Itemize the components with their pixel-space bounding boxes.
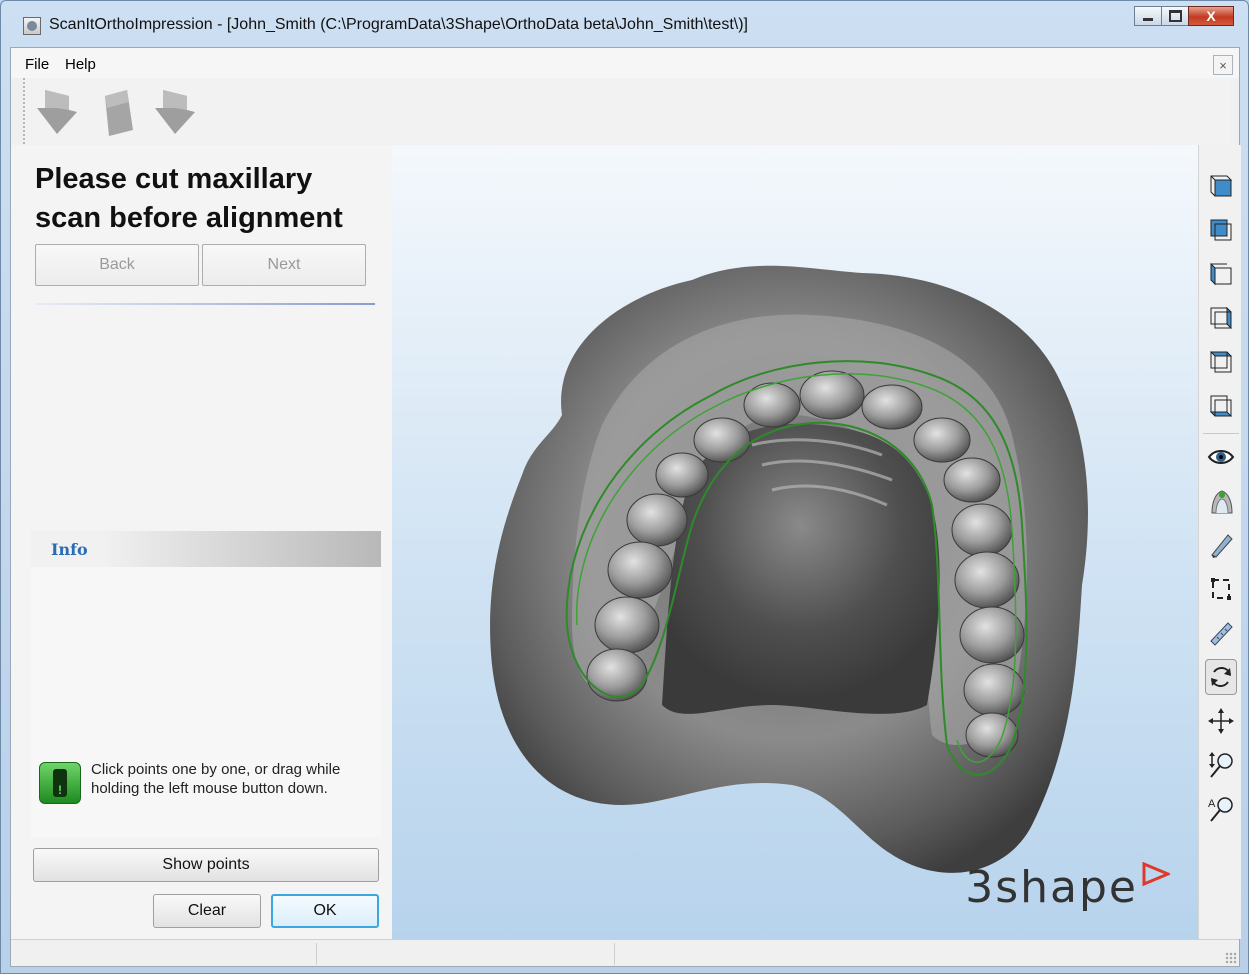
close-window-button[interactable]: X <box>1188 6 1234 26</box>
zoom-icon[interactable] <box>1205 747 1237 783</box>
status-bar <box>11 939 1239 966</box>
exclamation-icon: ! <box>39 762 81 804</box>
view-bottom-icon[interactable] <box>1205 387 1237 423</box>
arrow-down-icon[interactable] <box>35 88 79 138</box>
view-front-icon[interactable] <box>1205 167 1237 203</box>
step-title: Please cut maxillary scan before alignme… <box>35 163 343 234</box>
brand-triangle-icon <box>1142 862 1170 886</box>
model-icon[interactable] <box>1205 483 1237 519</box>
svg-text:A: A <box>1208 798 1216 810</box>
app-window: ScanItOrthoImpression - [John_Smith (C:\… <box>0 0 1249 974</box>
view-top-icon[interactable] <box>1205 343 1237 379</box>
client-area: File Help × Please cut maxillary scan be… <box>10 47 1241 967</box>
show-points-button[interactable]: Show points <box>33 848 379 882</box>
toolbar-separator <box>1203 433 1239 434</box>
app-icon[interactable] <box>23 17 41 35</box>
page-icon[interactable] <box>97 88 141 138</box>
window-controls: X <box>1134 6 1234 26</box>
clear-button[interactable]: Clear <box>153 894 261 928</box>
resize-grip-icon[interactable] <box>1225 952 1237 964</box>
eye-icon[interactable] <box>1205 439 1237 475</box>
view-left-icon[interactable] <box>1205 255 1237 291</box>
rotate-icon[interactable] <box>1205 659 1237 695</box>
brand-logo: 3shape <box>965 862 1170 913</box>
menu-file[interactable]: File <box>25 56 49 73</box>
maximize-button[interactable] <box>1161 6 1189 26</box>
main-toolbar <box>23 78 1231 144</box>
pencil-icon[interactable] <box>1205 527 1237 563</box>
minimize-button[interactable] <box>1134 6 1162 26</box>
divider <box>35 303 375 305</box>
pan-icon[interactable] <box>1205 703 1237 739</box>
back-button[interactable]: Back <box>35 244 199 286</box>
close-document-button[interactable]: × <box>1213 55 1233 75</box>
view-toolbar: A <box>1198 145 1241 939</box>
3d-viewport[interactable]: 3shape <box>392 145 1198 939</box>
measure-icon[interactable] <box>1205 615 1237 651</box>
window-title: ScanItOrthoImpression - [John_Smith (C:\… <box>49 16 748 33</box>
title-bar[interactable]: ScanItOrthoImpression - [John_Smith (C:\… <box>1 1 1248 47</box>
view-back-icon[interactable] <box>1205 211 1237 247</box>
dental-scan-model[interactable] <box>392 145 1198 939</box>
status-cell <box>317 943 615 965</box>
info-body: ! Click points one by one, or drag while… <box>31 567 381 837</box>
next-button[interactable]: Next <box>202 244 366 286</box>
crop-icon[interactable] <box>1205 571 1237 607</box>
wizard-panel: Please cut maxillary scan before alignme… <box>11 145 392 939</box>
brand-text: 3shape <box>965 862 1138 913</box>
auto-zoom-icon[interactable]: A <box>1205 791 1237 827</box>
view-right-icon[interactable] <box>1205 299 1237 335</box>
hint-text: Click points one by one, or drag while h… <box>91 761 341 797</box>
info-header[interactable]: Info <box>31 531 381 567</box>
menu-help[interactable]: Help <box>65 56 96 73</box>
ok-button[interactable]: OK <box>271 894 379 928</box>
arrow-down-icon[interactable] <box>153 88 197 138</box>
menu-bar: File Help × <box>11 48 1239 78</box>
status-cell <box>11 943 317 965</box>
